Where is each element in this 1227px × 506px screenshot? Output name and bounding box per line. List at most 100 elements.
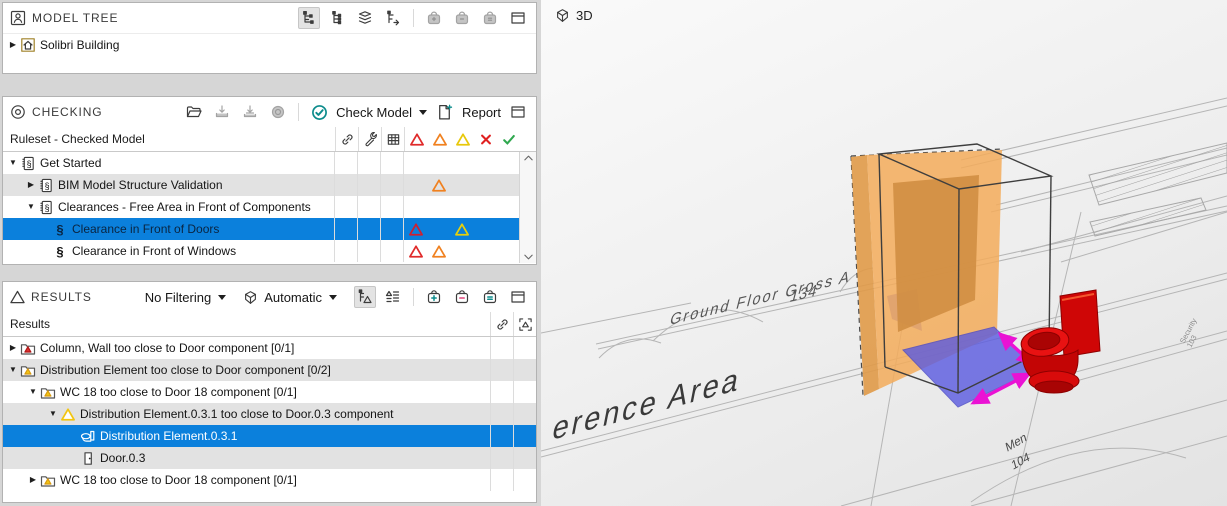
hierarchy-tree-button[interactable]	[326, 7, 348, 29]
red-severity-column-header[interactable]	[404, 127, 428, 151]
report-label[interactable]: Report	[462, 105, 501, 120]
expander-expanded-icon[interactable]: ▼	[25, 203, 37, 211]
panel-menu-button[interactable]	[507, 7, 529, 29]
import-button[interactable]	[211, 101, 233, 123]
locate-in-tree-button[interactable]	[382, 7, 404, 29]
scroll-down-icon[interactable]	[523, 253, 534, 261]
expander-collapsed-icon[interactable]: ▶	[7, 41, 19, 49]
report-icon	[436, 104, 453, 121]
rule-row-label: Clearance in Front of Doors	[69, 222, 334, 236]
layers-tree-button[interactable]	[354, 7, 376, 29]
result-row[interactable]: Door.0.3	[3, 447, 536, 469]
svg-text:§: §	[44, 202, 49, 212]
result-row[interactable]: ▼ Distribution Element too close to Door…	[3, 359, 536, 381]
result-row-label: Distribution Element too close to Door c…	[37, 363, 490, 377]
orange-severity-column-header[interactable]	[428, 127, 451, 151]
expander-expanded-icon[interactable]: ▼	[7, 366, 19, 374]
orange-triangle-icon	[432, 245, 446, 258]
accept-check-icon	[502, 133, 516, 146]
chevron-down-icon[interactable]	[217, 294, 227, 301]
expander-collapsed-icon[interactable]: ▶	[7, 344, 19, 352]
accepted-column-header[interactable]	[497, 127, 520, 151]
issues-folder-yellow-icon	[40, 473, 56, 488]
expander-expanded-icon[interactable]: ▼	[47, 410, 59, 418]
tree-item-label: Solibri Building	[37, 38, 536, 52]
view-mode-dropdown-label[interactable]: Automatic	[264, 290, 322, 305]
export-button[interactable]	[239, 101, 261, 123]
filtering-dropdown-label[interactable]: No Filtering	[145, 290, 211, 305]
3d-viewport[interactable]: Ground Floor Gross A 134 erence Area Men…	[541, 0, 1227, 506]
link-icon	[495, 317, 510, 332]
yellow-severity-column-header[interactable]	[451, 127, 474, 151]
accept-basket-button[interactable]	[423, 286, 445, 308]
check-model-icon	[311, 104, 328, 121]
rule-row-label: Clearances - Free Area in Front of Compo…	[55, 200, 334, 214]
check-model-button[interactable]	[308, 101, 330, 123]
red-triangle-icon	[409, 223, 423, 236]
basket-set-button[interactable]	[479, 7, 501, 29]
rule-row-get-started[interactable]: ▼ § Get Started	[3, 152, 519, 174]
link-column-header[interactable]	[490, 312, 513, 336]
result-row[interactable]: ▶ WC 18 too close to Door 18 component […	[3, 469, 536, 491]
rejected-column-header[interactable]	[474, 127, 497, 151]
tree-item-solibri-building[interactable]: ▶ Solibri Building	[3, 34, 536, 56]
results-list-icon	[385, 289, 401, 305]
result-row[interactable]: ▶ Column, Wall too close to Door compone…	[3, 337, 536, 359]
toolbar-separator	[298, 103, 299, 121]
solibri-app-window: MODEL TREE	[0, 0, 1227, 506]
result-row-label: Column, Wall too close to Door component…	[37, 341, 490, 355]
check-model-label[interactable]: Check Model	[336, 105, 412, 120]
checking-scrollbar[interactable]	[519, 152, 536, 263]
rule-row-label: BIM Model Structure Validation	[55, 178, 334, 192]
3d-view-title: 3D	[576, 8, 593, 23]
open-ruleset-icon	[186, 104, 202, 120]
result-row-selected-component[interactable]: Distribution Element.0.3.1	[3, 425, 536, 447]
result-row-label: WC 18 too close to Door 18 component [0/…	[57, 473, 490, 487]
expander-expanded-icon[interactable]: ▼	[27, 388, 39, 396]
basket-add-button[interactable]	[423, 7, 445, 29]
assign-basket-button[interactable]	[479, 286, 501, 308]
rule-row-clearance-windows[interactable]: § Clearance in Front of Windows	[3, 240, 519, 262]
building-icon	[20, 37, 36, 53]
basket-remove-button[interactable]	[451, 7, 473, 29]
chevron-down-icon[interactable]	[328, 294, 338, 301]
result-row[interactable]: ▼ WC 18 too close to Door 18 component […	[3, 381, 536, 403]
containment-tree-button[interactable]	[298, 7, 320, 29]
table-column-header[interactable]	[381, 127, 404, 151]
open-ruleset-button[interactable]	[183, 101, 205, 123]
panel-menu-button[interactable]	[507, 286, 529, 308]
wrench-icon	[363, 132, 378, 147]
zoom-selection-column-header[interactable]	[513, 312, 536, 336]
chevron-down-icon[interactable]	[418, 109, 428, 116]
results-tree-view-button[interactable]	[354, 286, 376, 308]
result-row[interactable]: ▼ Distribution Element.0.3.1 too close t…	[3, 403, 536, 425]
red-triangle-icon	[409, 245, 423, 258]
rule-row-bim-validation[interactable]: ▶ § BIM Model Structure Validation	[3, 174, 519, 196]
yellow-triangle-icon	[456, 133, 470, 146]
results-list-view-button[interactable]	[382, 286, 404, 308]
checking-table-header-label: Ruleset - Checked Model	[3, 132, 335, 146]
view-cube-icon	[243, 290, 258, 305]
record-button[interactable]	[267, 101, 289, 123]
settings-column-header[interactable]	[358, 127, 381, 151]
rule-row-clearances[interactable]: ▼ § Clearances - Free Area in Front of C…	[3, 196, 519, 218]
model-tree-header: MODEL TREE	[3, 3, 536, 34]
room-label-conference-area: erence Area	[550, 360, 745, 448]
expander-expanded-icon[interactable]: ▼	[7, 159, 19, 167]
import-icon	[214, 104, 230, 120]
rule-row-label: Clearance in Front of Windows	[69, 244, 334, 258]
checking-panel: CHECKING	[2, 96, 537, 265]
report-button[interactable]	[434, 101, 456, 123]
ruleset-icon: §	[21, 156, 36, 171]
results-panel-icon	[10, 290, 25, 304]
link-column-header[interactable]	[335, 127, 358, 151]
rule-row-clearance-doors[interactable]: § Clearance in Front of Doors	[3, 218, 519, 240]
expander-collapsed-icon[interactable]: ▶	[27, 476, 39, 484]
scroll-up-icon[interactable]	[523, 154, 534, 162]
panel-menu-button[interactable]	[507, 101, 529, 123]
expander-collapsed-icon[interactable]: ▶	[25, 181, 37, 189]
reject-basket-button[interactable]	[451, 286, 473, 308]
svg-text:§: §	[26, 158, 31, 168]
panel-menu-icon	[510, 10, 526, 26]
model-tree-title: MODEL TREE	[32, 11, 118, 25]
